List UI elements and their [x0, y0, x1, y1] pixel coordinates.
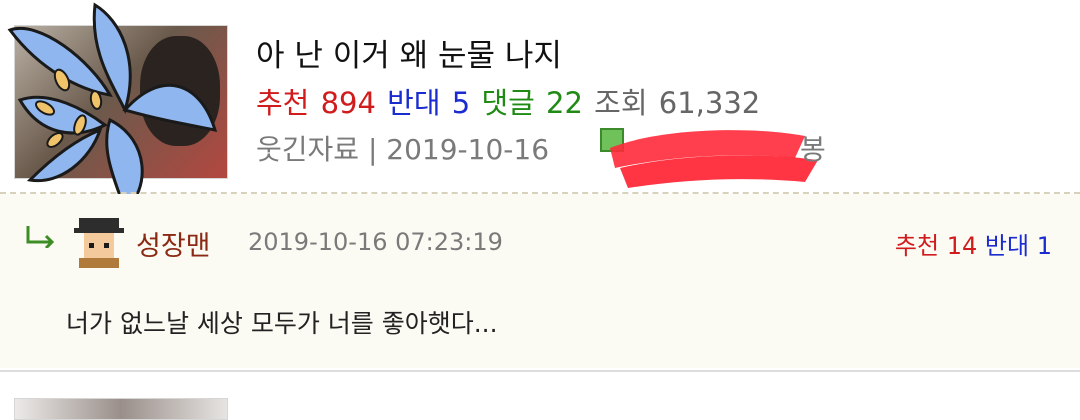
recommend-count: 894: [320, 86, 376, 120]
comment-item: 성장맨 2019-10-16 07:23:19 추천 14 반대 1 너가 없느…: [0, 194, 1080, 368]
recommend-label: 추천: [256, 86, 310, 120]
oppose-count: 5: [451, 86, 471, 120]
category-link[interactable]: 웃긴자료: [256, 133, 359, 166]
list-divider: [0, 370, 1080, 372]
comment-timestamp: 2019-10-16 07:23:19: [248, 228, 503, 256]
next-post-thumbnail[interactable]: [14, 398, 228, 420]
author-name[interactable]: 봉: [800, 128, 826, 168]
comment-recommend-label[interactable]: 추천: [895, 232, 939, 260]
comment-oppose-count: 1: [1036, 232, 1052, 260]
post-date: 2019-10-16: [386, 133, 550, 166]
post-meta: 웃긴자료 | 2019-10-16: [256, 128, 549, 168]
reply-arrow-icon: [26, 226, 55, 248]
comments-count: 22: [546, 86, 583, 120]
views-label: 조회: [594, 86, 648, 120]
comment-votes: 추천 14 반대 1: [895, 226, 1052, 261]
comments-label: 댓글: [481, 86, 535, 120]
comment-recommend-count: 14: [946, 232, 978, 260]
blue-lily-icon: [7, 2, 218, 213]
pixel-avatar-icon: [74, 218, 124, 268]
comment-oppose-label[interactable]: 반대: [985, 232, 1029, 260]
post-stats: 추천 894 반대 5 댓글 22 조회 61,332: [256, 80, 762, 122]
post-title[interactable]: 아 난 이거 왜 눈물 나지: [256, 30, 562, 75]
views-count: 61,332: [658, 86, 761, 120]
post-header: 아 난 이거 왜 눈물 나지 추천 894 반대 5 댓글 22 조회 61,3…: [0, 0, 1080, 213]
comment-nickname[interactable]: 성장맨: [136, 224, 211, 263]
oppose-label: 반대: [387, 86, 441, 120]
redaction-scribble: [610, 130, 818, 188]
comment-text: 너가 없느날 세상 모두가 너를 좋아햇다...: [66, 309, 498, 338]
meta-separator: |: [367, 133, 378, 166]
